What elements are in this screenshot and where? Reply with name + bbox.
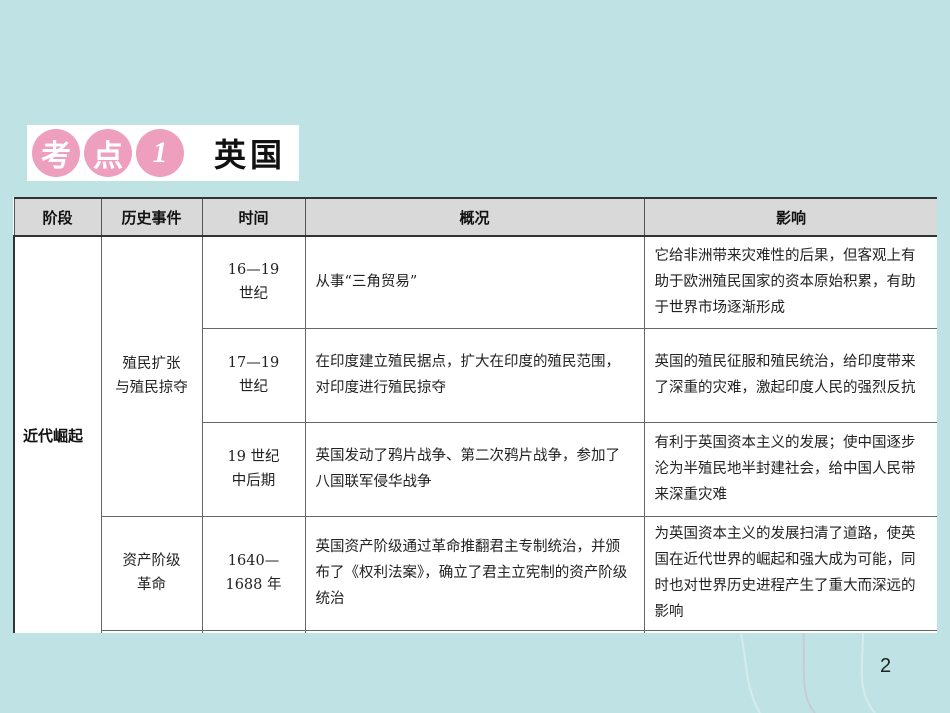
impact-cell: 英国的殖民征服和殖民统治，给印度带来了深重的灾难，激起印度人民的强烈反抗 [643, 327, 937, 423]
time-cell: 17—19 世纪 [227, 355, 280, 395]
impact-cell: 它给非洲带来灾难性的后果，但客观上有助于欧洲殖民国家的资本原始积累，有助于世界市… [643, 235, 937, 329]
overview-cell: 英国发动了鸦片战争、第二次鸦片战争，参加了八国联军侵华战争 [304, 421, 645, 517]
header-time: 时间 [201, 197, 306, 237]
badge-bubble-kao: 考 [32, 129, 80, 177]
history-table-container: 阶段 历史事件 时间 概况 影响 近代崛起 殖民扩张 与殖民掠夺 16—19 世… [13, 197, 937, 633]
badge-bubble-dian: 点 [84, 129, 132, 177]
badge-title: 英国 [214, 136, 287, 174]
overview-cell: 英国资产阶级通过革命推翻君主专制统治，并颁布了《权利法案》，确立了君主立宪制的资… [304, 515, 645, 631]
history-table: 阶段 历史事件 时间 概况 影响 近代崛起 殖民扩张 与殖民掠夺 16—19 世… [13, 197, 937, 633]
stage-cell: 近代崛起 [13, 235, 102, 633]
page-number: 2 [880, 655, 892, 677]
badge-bubble-number: 1 [136, 129, 184, 177]
header-overview: 概况 [304, 197, 645, 237]
time-cell: 19 世纪 中后期 [227, 449, 280, 489]
time-cell: 16—19 世纪 [227, 262, 280, 303]
table-row: 近代崛起 殖民扩张 与殖民掠夺 16—19 世纪 从事“三角贸易” 它给非洲带来… [13, 235, 937, 633]
event-cell: 殖民扩张 与殖民掠夺 [115, 356, 188, 397]
header-event: 历史事件 [100, 197, 203, 237]
header-stage: 阶段 [13, 197, 102, 237]
time-cell: 1640— 1688 年 [225, 553, 282, 593]
overview-cell: 从事“三角贸易” [304, 235, 645, 329]
impact-cell: 为英国资本主义的发展扫清了道路，使英国在近代世界的崛起和强大成为可能，同时也对世… [643, 515, 937, 631]
table-row-cutoff [14, 629, 937, 633]
topic-badge: 考 点 1 英国 [27, 125, 299, 181]
impact-cell: 有利于英国资本主义的发展；使中国逐步沦为半殖民地半封建社会，给中国人民带来深重灾… [643, 421, 937, 517]
header-impact: 影响 [643, 197, 937, 237]
table-header-row: 阶段 历史事件 时间 概况 影响 [13, 197, 937, 237]
event-cell: 资产阶级 革命 [122, 553, 181, 593]
table-row: 资产阶级 革命 1640— 1688 年 英国资产阶级通过革命推翻君主专制统治，… [14, 515, 937, 631]
overview-cell: 在印度建立殖民据点，扩大在印度的殖民范围，对印度进行殖民掠夺 [304, 327, 645, 423]
